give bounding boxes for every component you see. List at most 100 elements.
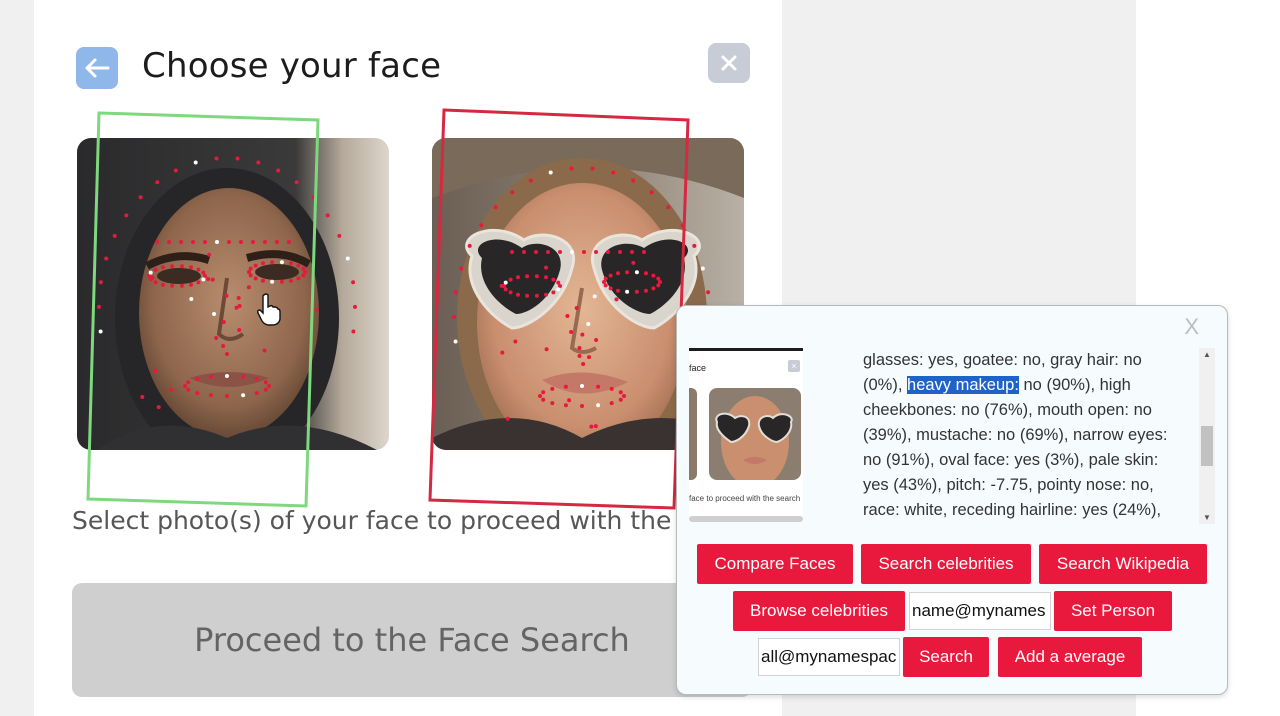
landmark-dot [221, 344, 226, 348]
landmark-dot [581, 362, 586, 366]
landmark-dot [214, 336, 219, 340]
search-button[interactable]: Search [903, 637, 989, 677]
compare-faces-button[interactable]: Compare Faces [697, 544, 853, 584]
landmark-dot [270, 279, 275, 284]
landmark-dot [97, 304, 101, 309]
landmark-dot [505, 416, 510, 421]
landmark-dot [569, 330, 574, 334]
landmark-dot [161, 282, 165, 287]
landmark-dot [546, 250, 550, 254]
landmark-dot [534, 250, 538, 254]
landmark-dot [256, 160, 261, 165]
namespace-input[interactable] [758, 638, 900, 676]
landmark-dot [253, 276, 258, 281]
landmark-dot [289, 278, 293, 283]
landmark-dot [622, 394, 626, 398]
landmark-dot [503, 287, 508, 292]
landmark-dot [644, 288, 648, 293]
landmark-dot [534, 274, 539, 279]
person-name-input[interactable] [909, 592, 1051, 630]
landmark-dot [602, 280, 606, 284]
landmark-dot [606, 250, 610, 254]
landmark-dot [311, 195, 316, 200]
landmark-dot [499, 283, 504, 288]
landmark-dot [225, 374, 229, 378]
landmark-dot [124, 213, 129, 218]
landmark-dot [261, 261, 265, 266]
landmark-dot [577, 346, 582, 350]
add-average-button[interactable]: Add a average [998, 637, 1142, 677]
landmark-dot [580, 404, 584, 408]
landmark-dot [580, 332, 585, 337]
landmark-dot [301, 266, 306, 271]
landmark-dot [634, 289, 639, 294]
landmark-dot [270, 260, 275, 265]
thumbnail-caption: face to proceed with the search [689, 494, 801, 503]
landmark-dot [237, 328, 242, 332]
landmark-dot [666, 205, 671, 210]
landmark-dot [603, 283, 608, 288]
landmark-dot [567, 398, 572, 403]
landmark-dot [513, 339, 518, 344]
scrollbar-thumb[interactable] [1201, 426, 1213, 466]
landmark-dot [538, 394, 542, 398]
face-photo-1[interactable] [77, 138, 389, 450]
landmark-dot [236, 296, 241, 300]
landmark-dot [570, 250, 574, 254]
landmark-dot [558, 250, 562, 254]
landmark-dot [221, 320, 226, 324]
landmark-dot [594, 250, 598, 254]
landmark-dot [150, 275, 155, 280]
landmark-dot [700, 266, 705, 271]
landmark-dot [510, 250, 514, 254]
landmark-dot [634, 270, 639, 275]
face-info-popup: X face × face to proceed with the search… [676, 305, 1228, 695]
landmark-dot [596, 403, 601, 408]
landmark-dot [276, 168, 281, 173]
scroll-down-icon[interactable]: ▼ [1203, 513, 1211, 522]
landmark-dot [186, 387, 191, 392]
landmark-dot [569, 166, 574, 171]
attributes-scrollbar[interactable]: ▲ ▼ [1199, 348, 1215, 524]
set-person-button[interactable]: Set Person [1054, 591, 1172, 631]
landmark-dot [189, 265, 193, 270]
back-button[interactable] [76, 47, 118, 89]
landmark-dot [156, 405, 161, 410]
landmark-dot [112, 233, 117, 238]
landmark-dot [206, 277, 211, 281]
landmark-dot [580, 384, 584, 388]
landmark-dot [207, 252, 212, 257]
close-button[interactable] [708, 43, 750, 83]
landmark-dot [191, 240, 195, 244]
landmark-dot [556, 280, 561, 285]
landmark-dot [544, 275, 548, 280]
landmark-dot [267, 384, 271, 388]
landmark-dot [479, 223, 484, 228]
landmark-dot [453, 290, 458, 295]
landmark-dot [147, 274, 151, 278]
proceed-button[interactable]: Proceed to the Face Search [72, 583, 752, 697]
popup-thumbnail: face × face to proceed with the search [689, 348, 803, 522]
landmark-dot [574, 306, 579, 310]
landmark-dot [616, 271, 620, 276]
landmark-dot [351, 280, 356, 285]
landmark-dot [262, 348, 267, 353]
landmark-dot [558, 284, 562, 288]
landmark-dot [618, 390, 623, 395]
browse-celebrities-button[interactable]: Browse celebrities [733, 591, 905, 631]
landmark-dot [522, 250, 526, 254]
landmark-dot [203, 240, 207, 244]
search-celebrities-button[interactable]: Search celebrities [861, 544, 1031, 584]
landmark-dot [212, 312, 217, 316]
landmark-dot [467, 243, 472, 248]
landmark-dot [590, 166, 595, 171]
scroll-up-icon[interactable]: ▲ [1203, 350, 1211, 359]
popup-close-button[interactable]: X [1184, 314, 1199, 340]
landmark-dot [241, 393, 246, 398]
landmark-dot [592, 294, 597, 299]
landmark-dot [631, 260, 636, 265]
landmark-dot [525, 274, 530, 279]
instructions-text: Select photo(s) of your face to proceed … [72, 506, 682, 535]
search-wikipedia-button[interactable]: Search Wikipedia [1039, 544, 1207, 584]
landmark-dot [314, 307, 319, 312]
